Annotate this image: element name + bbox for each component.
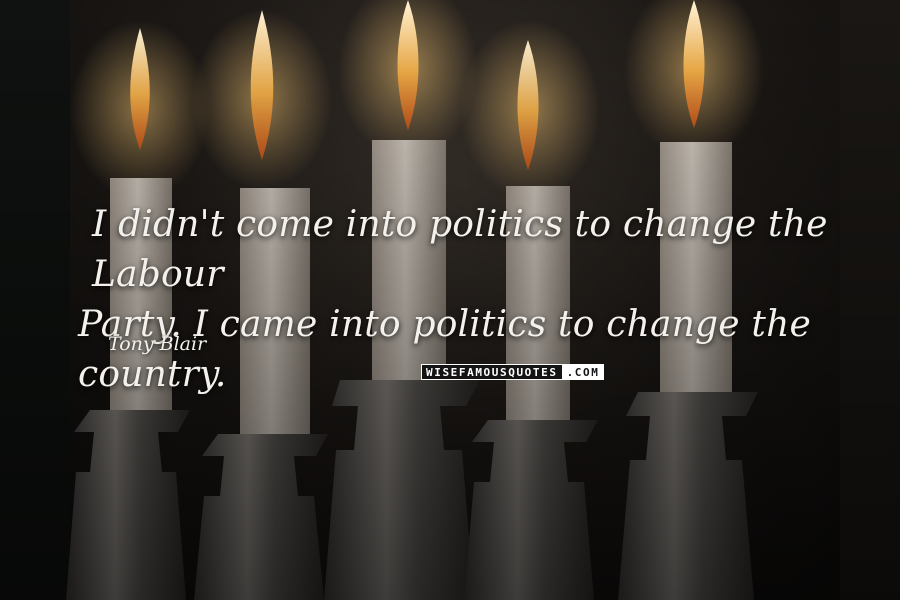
quote-line-1: I didn't come into politics to change th… bbox=[92, 204, 828, 295]
watermark-tld: .COM bbox=[561, 364, 605, 380]
quote-card: I didn't come into politics to change th… bbox=[0, 0, 900, 600]
watermark-logo: WISEFAMOUSQUOTES .COM bbox=[421, 364, 605, 380]
watermark-main: WISEFAMOUSQUOTES bbox=[421, 364, 562, 380]
quote-author: Tony Blair bbox=[108, 333, 207, 355]
